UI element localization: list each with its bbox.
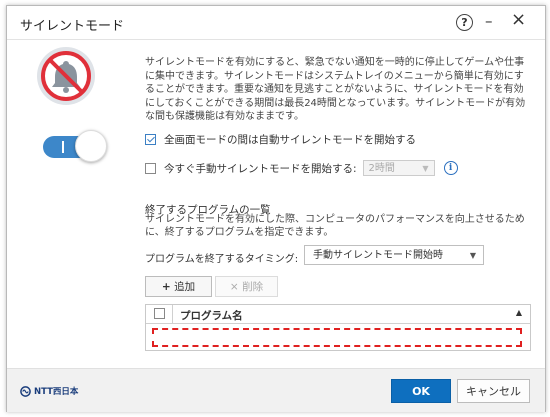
column-divider xyxy=(172,305,173,323)
silent-mode-description: サイレントモードを有効にすると、緊急でない通知を一時的に停止してゲームや仕事に集… xyxy=(145,57,526,122)
dialog-footer: NTT西日本 OK キャンセル xyxy=(7,368,545,412)
hours-value: 2時間 xyxy=(368,163,395,174)
toggle-on-indicator xyxy=(62,141,64,153)
auto-fullscreen-checkbox[interactable] xyxy=(145,134,156,145)
add-program-button[interactable]: + 追加 xyxy=(145,276,212,297)
add-label: 追加 xyxy=(174,281,196,293)
help-icon[interactable]: ? xyxy=(456,14,473,31)
ntt-logo: NTT西日本 xyxy=(20,385,78,397)
manual-start-label: 今すぐ手動サイレントモードを開始する: xyxy=(164,162,357,175)
ok-button[interactable]: OK xyxy=(391,379,451,403)
toggle-knob[interactable] xyxy=(75,130,107,162)
info-icon[interactable]: i xyxy=(443,161,458,175)
empty-row-drop-zone xyxy=(152,328,522,347)
close-button[interactable]: × xyxy=(511,9,526,30)
silent-mode-toggle[interactable] xyxy=(43,130,109,164)
brand-text: NTT西日本 xyxy=(34,387,79,397)
minimize-button[interactable]: – xyxy=(485,12,493,30)
delete-program-button: × 削除 xyxy=(215,276,278,297)
timing-label: プログラムを終了するタイミング: xyxy=(145,254,299,265)
sort-up-icon[interactable]: ▲ xyxy=(516,308,522,317)
silent-mode-dialog: サイレントモード ? – × サイレントモードを有効にすると、緊急でない通知を一… xyxy=(6,5,546,412)
hours-select[interactable]: 2時間 ▼ xyxy=(362,160,435,176)
programs-description: サイレントモードを有効にした際、コンピュータのパフォーマンスを向上させるために、… xyxy=(145,214,525,238)
program-table: プログラム名 ▲ xyxy=(145,304,531,351)
manual-start-checkbox[interactable] xyxy=(145,162,156,174)
plus-icon: + xyxy=(161,281,171,293)
program-name-header[interactable]: プログラム名 xyxy=(180,308,243,323)
chevron-down-icon: ▼ xyxy=(469,251,476,260)
delete-icon: × xyxy=(229,281,239,293)
cancel-button[interactable]: キャンセル xyxy=(457,379,530,403)
table-header: プログラム名 ▲ xyxy=(146,305,530,324)
auto-fullscreen-label: 全画面モードの間は自動サイレントモードを開始する xyxy=(164,134,416,146)
auto-fullscreen-row[interactable]: 全画面モードの間は自動サイレントモードを開始する xyxy=(145,132,416,147)
chevron-down-icon: ▼ xyxy=(422,164,429,173)
ntt-logo-icon xyxy=(20,385,31,397)
delete-label: 削除 xyxy=(242,281,264,293)
dialog-title: サイレントモード xyxy=(20,19,125,34)
manual-start-row[interactable]: 今すぐ手動サイレントモードを開始する: 2時間 ▼ i xyxy=(145,160,458,176)
title-bar: サイレントモード ? – × xyxy=(7,6,545,40)
silent-bell-icon xyxy=(37,47,95,105)
timing-value: 手動サイレントモード開始時 xyxy=(313,250,443,261)
timing-select[interactable]: 手動サイレントモード開始時 ▼ xyxy=(304,245,484,265)
select-all-checkbox[interactable] xyxy=(154,308,165,319)
